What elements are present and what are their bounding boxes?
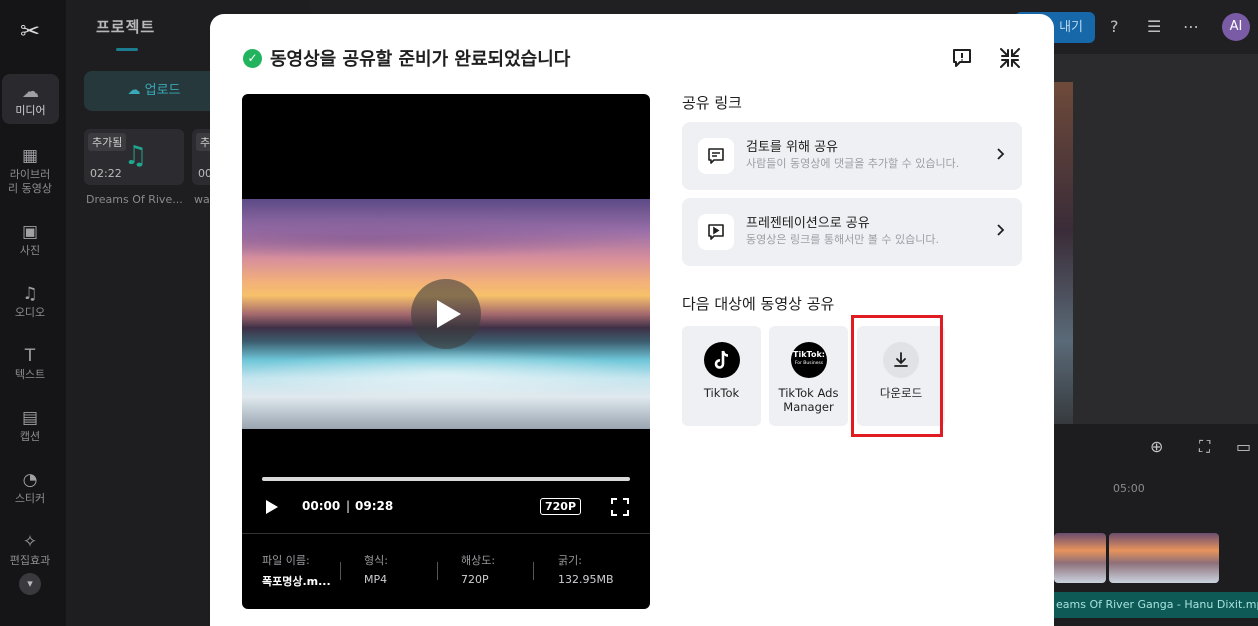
download-icon [883,342,919,378]
sticker-icon: ◔ [22,470,38,490]
video-player: 00:00 | 09:28 720P 파일 이름: 폭포명상.m... 형식: … [242,94,650,609]
share-as-presentation-option[interactable]: 프레젠테이션으로 공유 동영상은 링크를 통해서만 볼 수 있습니다. [682,198,1022,266]
format-info: 형식: MP4 [364,554,388,586]
total-time: 09:28 [355,499,394,513]
cloud-upload-icon: ☁ [127,83,145,98]
current-time: 00:00 [302,499,341,513]
share-to-title: 다음 대상에 동영상 공유 [682,295,835,313]
modal-title: 동영상을 공유할 준비가 완료되었습니다 [270,49,571,70]
rail-item-audio[interactable]: ♫ 오디오 [0,284,60,320]
text-icon: T [24,346,36,366]
caption-icon: ▤ [21,408,39,428]
fullscreen-icon [611,498,629,516]
time-separator: | [346,499,351,513]
feedback-icon[interactable] [950,46,974,70]
rail-item-sticker[interactable]: ◔ 스티커 [0,470,60,506]
file-name-info: 파일 이름: 폭포명상.m... [262,554,331,588]
chevron-down-icon[interactable]: ▾ [19,573,41,595]
avatar[interactable]: AI [1222,13,1250,41]
progress-bar[interactable] [262,477,630,481]
share-link-title: 공유 링크 [682,94,742,112]
capcut-logo-icon: ✂ [19,17,41,45]
audio-track[interactable]: eams Of River Ganga - Hanu Dixit.mp [1054,592,1258,618]
rail-item-library-video[interactable]: ▦ 라이브러리 동영상 [0,146,60,196]
file-size-info: 굵기: 132.95MB [558,554,614,586]
collapse-icon[interactable] [998,46,1022,70]
divider [242,533,650,534]
resolution-info: 해상도: 720P [461,554,496,586]
media-item[interactable]: 추가됨 ♫ 02:22 [84,129,184,185]
preview-area [1054,54,1258,452]
music-icon: ♫ [22,284,38,304]
media-item-name: wa [194,193,210,206]
tiktok-share-button[interactable]: TikTok [682,326,761,426]
image-icon: ▣ [21,222,39,242]
fullscreen-button[interactable] [611,498,629,520]
comment-icon [698,138,734,174]
preview-frame [1054,82,1073,452]
resolution-badge[interactable]: 720P [540,498,582,515]
chevron-right-icon [997,224,1005,236]
cloud-icon: ☁ [22,82,39,102]
left-rail: ✂ ☁ 미디어 ▦ 라이브러리 동영상 ▣ 사진 ♫ 오디오 T 텍스트 ▤ 캡… [0,0,66,626]
rail-item-caption[interactable]: ▤ 캡션 [0,408,60,444]
share-modal: ✓ 동영상을 공유할 준비가 완료되었습니다 00:00 | 09:28 720… [210,14,1054,626]
play-icon [437,300,461,328]
music-note-icon: ♫ [124,141,148,171]
stack-icon[interactable]: ☰ [1147,17,1161,36]
timeline-clip[interactable] [1054,533,1106,583]
panel-tab-indicator [116,48,138,51]
video-frame [242,199,650,429]
effects-icon: ✧ [22,532,38,552]
play-icon [266,500,278,514]
chevron-right-icon [997,148,1005,160]
download-button[interactable]: 다운로드 [857,326,945,426]
tiktok-ads-manager-share-button[interactable]: TikTok: For Business 다운로드 TikTok Ads Man… [769,326,848,426]
help-icon[interactable]: ? [1110,17,1119,36]
panel-title: 프로젝트 [96,18,156,36]
timeline-time: 05:00 [1113,482,1145,495]
play-button[interactable] [411,279,481,349]
media-item-name: Dreams Of Rive... [86,193,183,206]
tiktok-icon [704,342,740,378]
fit-icon[interactable]: ⛶ [1199,437,1210,457]
rail-item-effects[interactable]: ✧ 편집효과 [0,532,60,568]
rail-item-media[interactable]: ☁ 미디어 [2,74,59,124]
upload-button[interactable]: ☁ 업로드 [84,71,224,111]
timeline-clip[interactable] [1109,533,1219,583]
rail-item-photo[interactable]: ▣ 사진 [0,222,60,258]
check-circle-icon: ✓ [243,49,262,68]
monitor-icon[interactable]: ▭ [1236,437,1251,456]
zoom-in-icon[interactable]: ⊕ [1150,437,1163,456]
rail-item-text[interactable]: T 텍스트 [0,346,60,382]
more-icon[interactable]: ⋯ [1183,17,1199,36]
tiktok-business-icon: TikTok: For Business [791,342,827,378]
play-small-button[interactable] [264,498,280,520]
film-icon: ▦ [21,146,39,166]
presentation-icon [698,214,734,250]
share-for-review-option[interactable]: 검토를 위해 공유 사람들이 동영상에 댓글을 추가할 수 있습니다. [682,122,1022,190]
